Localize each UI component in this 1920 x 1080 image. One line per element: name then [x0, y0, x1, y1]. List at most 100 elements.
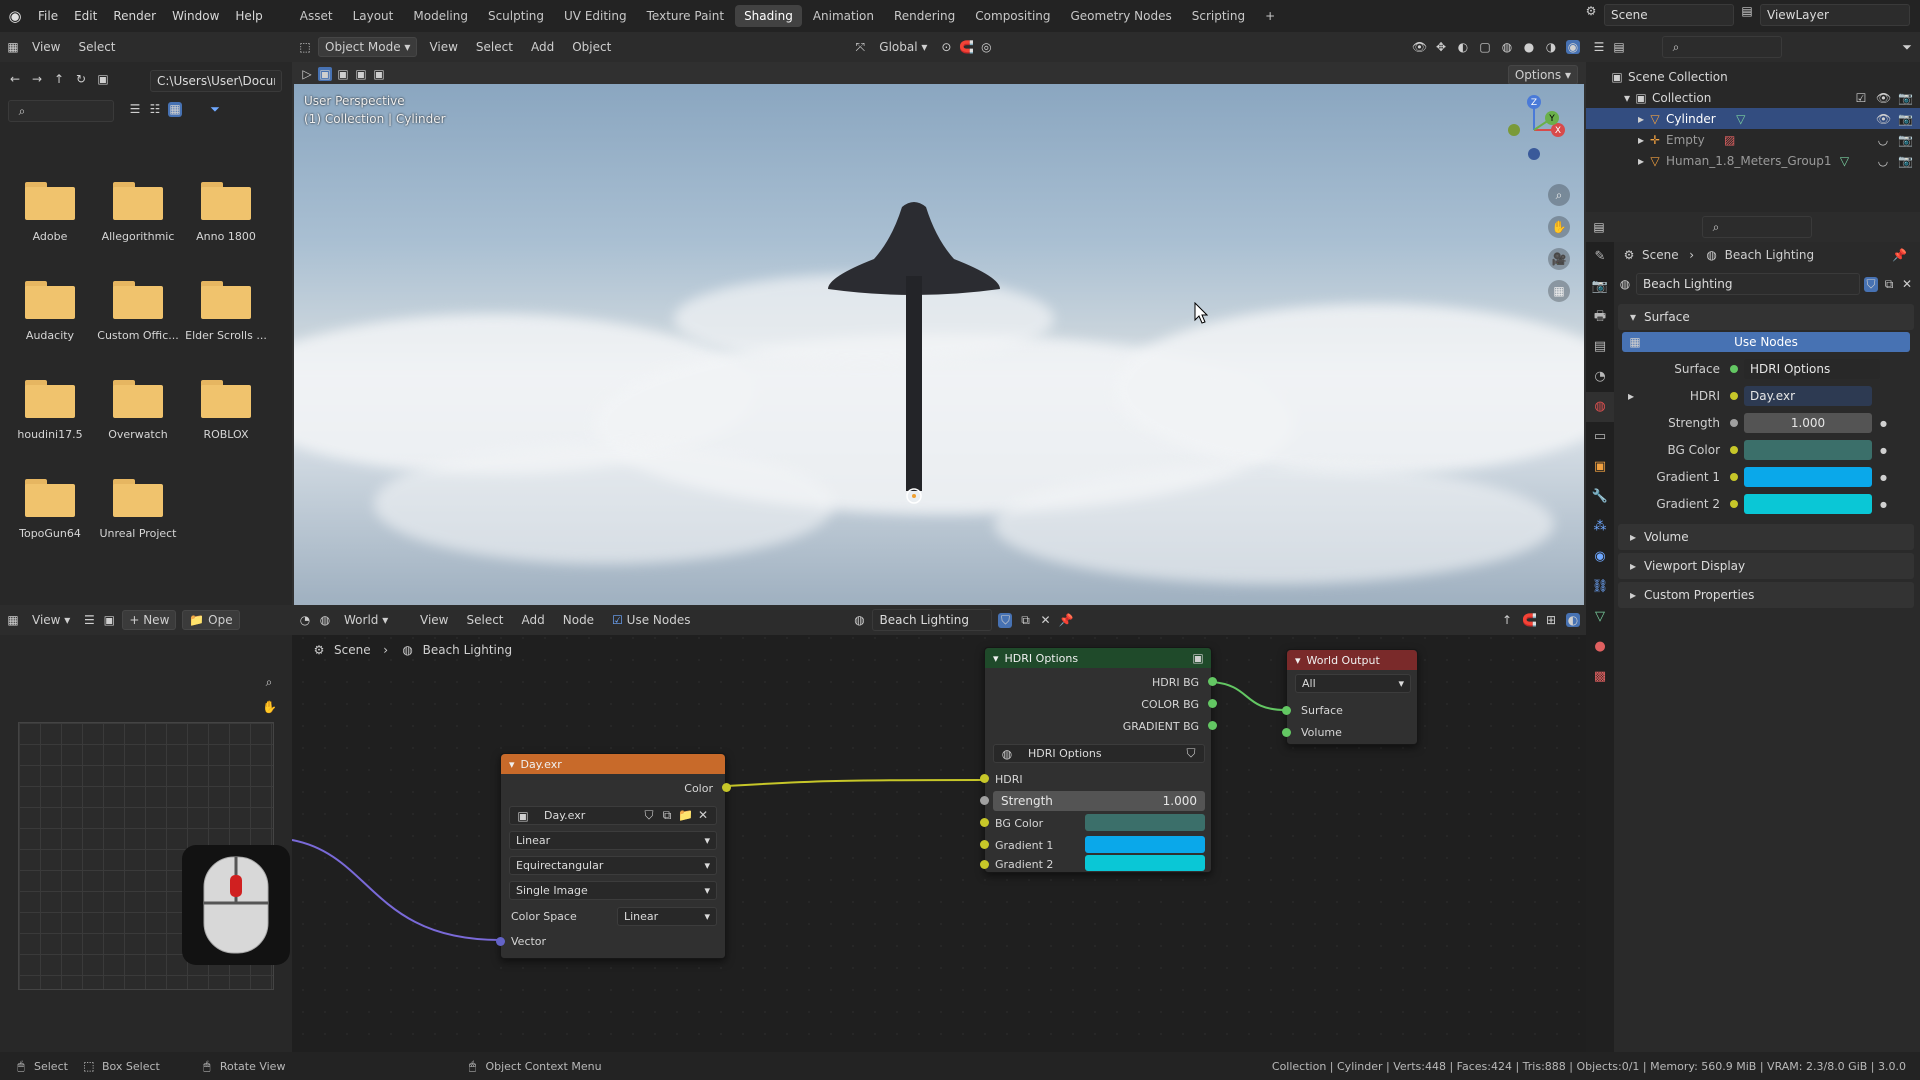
display-mode-icon[interactable]: ▤ [1612, 40, 1626, 54]
folder-item[interactable]: Overwatch [94, 380, 182, 441]
select-tool-icon[interactable]: ▷ [300, 67, 314, 81]
modifier-tab-icon[interactable]: 🔧 [1586, 482, 1614, 512]
chevron-down-icon[interactable]: ▾ [1295, 654, 1301, 667]
hdri-input-socket[interactable] [980, 774, 989, 783]
refresh-icon[interactable]: ↻ [74, 72, 88, 86]
keyframe-dot-icon[interactable]: ● [1880, 446, 1887, 455]
view-layer-tab-icon[interactable]: ▤ [1586, 332, 1614, 362]
editor-type-icon[interactable]: ☰ [1592, 40, 1606, 54]
fb-path-field[interactable]: C:\Users\User\Docum... [150, 70, 282, 92]
strength-input-socket[interactable] [980, 796, 989, 805]
menu-edit[interactable]: Edit [66, 0, 105, 32]
snap-icon[interactable]: 🧲 [959, 40, 974, 54]
eye-hidden-icon[interactable]: ◡ [1876, 133, 1890, 147]
select-intersect-icon[interactable]: ▣ [372, 67, 386, 81]
folder-item[interactable]: TopoGun64 [6, 479, 94, 540]
fb-menu-view[interactable]: View [26, 38, 66, 56]
thumbnail-list-icon[interactable]: ☷ [148, 102, 162, 117]
outliner-search-input[interactable]: ⌕ [1662, 36, 1782, 58]
filter-icon[interactable]: ⏷ [208, 102, 222, 117]
editor-type-icon[interactable]: ▦ [6, 40, 20, 54]
menu-render[interactable]: Render [105, 0, 164, 32]
tree-empty[interactable]: ▸ ✛ Empty ▨ ◡ 📷 [1586, 129, 1920, 150]
fake-user-icon[interactable]: ⛉ [1864, 276, 1878, 292]
overlay-icon[interactable]: ◐ [1456, 40, 1470, 54]
navigation-gizmo[interactable]: Z Y X [1494, 90, 1574, 170]
thumbnail-grid-icon[interactable]: ▦ [168, 102, 182, 117]
open-image-button[interactable]: 📁 Ope [182, 610, 240, 630]
expand-arrow-icon[interactable]: ▸ [1634, 112, 1648, 126]
particles-tab-icon[interactable]: ⁂ [1586, 512, 1614, 542]
volume-input-socket[interactable] [1282, 728, 1291, 737]
node-group-icon[interactable]: ▣ [1191, 651, 1205, 665]
new-image-button[interactable]: + New [122, 610, 177, 630]
shader-node-editor[interactable]: ◔ ◍ World ▾ View Select Add Node ☑ Use N… [292, 605, 1586, 1052]
object-tab-icon[interactable]: ▣ [1586, 452, 1614, 482]
world-output-header[interactable]: ▾ World Output [1287, 650, 1417, 670]
select-box-icon[interactable]: ▣ [318, 67, 332, 81]
vp-menu-view[interactable]: View [423, 38, 463, 56]
physics-tab-icon[interactable]: ◉ [1586, 542, 1614, 572]
eye-icon[interactable]: 👁 [1876, 91, 1891, 105]
menu-help[interactable]: Help [227, 0, 270, 32]
folder-item[interactable]: Custom Offic... [94, 281, 182, 342]
folder-item[interactable]: Anno 1800 [182, 182, 270, 243]
folder-item[interactable]: Adobe [6, 182, 94, 243]
object-mode-dropdown[interactable]: Object Mode ▾ [318, 37, 418, 57]
fb-search-input[interactable]: ⌕ [8, 100, 114, 122]
constraints-tab-icon[interactable]: ⛓ [1586, 572, 1614, 602]
collection-tab-icon[interactable]: ▭ [1586, 422, 1614, 452]
chevron-down-icon[interactable]: ▾ [993, 652, 999, 665]
volume-section-header[interactable]: ▸ Volume [1618, 524, 1914, 550]
zoom-icon[interactable]: ⌕ [1548, 184, 1570, 206]
pan-hand-icon[interactable]: ✋ [1548, 216, 1570, 238]
expand-arrow-icon[interactable]: ▸ [1634, 133, 1648, 147]
projection-dropdown[interactable]: Equirectangular ▾ [509, 856, 717, 875]
tree-collection[interactable]: ▾ ▣ Collection ☑ 👁 📷 [1586, 87, 1920, 108]
color-bg-output-socket[interactable] [1208, 699, 1217, 708]
keyframe-dot-icon[interactable]: ● [1880, 419, 1887, 428]
hdri-image-field[interactable]: Day.exr [1744, 386, 1872, 406]
material-shading-icon[interactable]: ◑ [1544, 40, 1558, 54]
camera-icon[interactable]: 📷 [1898, 112, 1913, 126]
expand-arrow-icon[interactable]: ▸ [1634, 154, 1648, 168]
expand-arrow-icon[interactable]: ▾ [1620, 91, 1634, 105]
keyframe-dot-icon[interactable]: ● [1880, 473, 1887, 482]
gradient-bg-output-socket[interactable] [1208, 721, 1217, 730]
gradient1-swatch[interactable] [1744, 467, 1872, 487]
editor-type-icon[interactable]: ⬚ [298, 40, 312, 54]
viewport-canvas[interactable]: User Perspective (1) Collection | Cylind… [294, 84, 1584, 605]
tab-modeling[interactable]: Modeling [404, 5, 477, 27]
image-browse-icon[interactable]: ▣ [102, 613, 116, 627]
fb-menu-select[interactable]: Select [72, 38, 121, 56]
surface-shader-field[interactable]: HDRI Options [1744, 359, 1880, 379]
filter-icon[interactable]: ⏷ [1900, 40, 1914, 55]
tool-tab-icon[interactable]: ✎ [1586, 242, 1614, 272]
tab-geometry-nodes[interactable]: Geometry Nodes [1062, 5, 1181, 27]
visibility-icon[interactable]: 👁 [1412, 40, 1427, 54]
bg-color-swatch[interactable] [1744, 440, 1872, 460]
gradient1-swatch[interactable] [1085, 836, 1205, 853]
vp-menu-add[interactable]: Add [525, 38, 560, 56]
expand-arrow-icon[interactable]: ▸ [1624, 389, 1638, 403]
source-dropdown[interactable]: Single Image ▾ [509, 881, 717, 900]
xray-icon[interactable]: ▢ [1478, 40, 1492, 54]
pin-icon[interactable]: 📌 [1892, 248, 1907, 262]
image-node-header[interactable]: ▾ Day.exr [501, 754, 725, 774]
use-nodes-button[interactable]: ▦ Use Nodes [1622, 332, 1910, 352]
chevron-down-icon[interactable]: ▾ [509, 758, 515, 771]
image-texture-node[interactable]: ▾ Day.exr Color ▣ Day.exr ⛉ ⧉ 📁 ✕ Linear… [496, 753, 731, 959]
eye-icon[interactable]: 👁 [1876, 112, 1891, 126]
tab-compositing[interactable]: Compositing [966, 5, 1059, 27]
gradient2-swatch[interactable] [1085, 855, 1205, 871]
output-tab-icon[interactable]: 🖶 [1586, 302, 1614, 332]
tab-scripting[interactable]: Scripting [1183, 5, 1254, 27]
ie-view-dropdown[interactable]: View ▾ [26, 611, 76, 629]
editor-type-icon[interactable]: ▤ [1592, 220, 1606, 234]
vp-menu-select[interactable]: Select [470, 38, 519, 56]
hdri-options-node[interactable]: ▾ HDRI Options ▣ HDRI BG COLOR BG GRADIE… [980, 647, 1217, 873]
forward-icon[interactable]: → [30, 72, 44, 86]
folder-item[interactable]: ROBLOX [182, 380, 270, 441]
parent-dir-icon[interactable]: ↑ [52, 72, 66, 86]
tab-shading[interactable]: Shading [735, 5, 802, 27]
